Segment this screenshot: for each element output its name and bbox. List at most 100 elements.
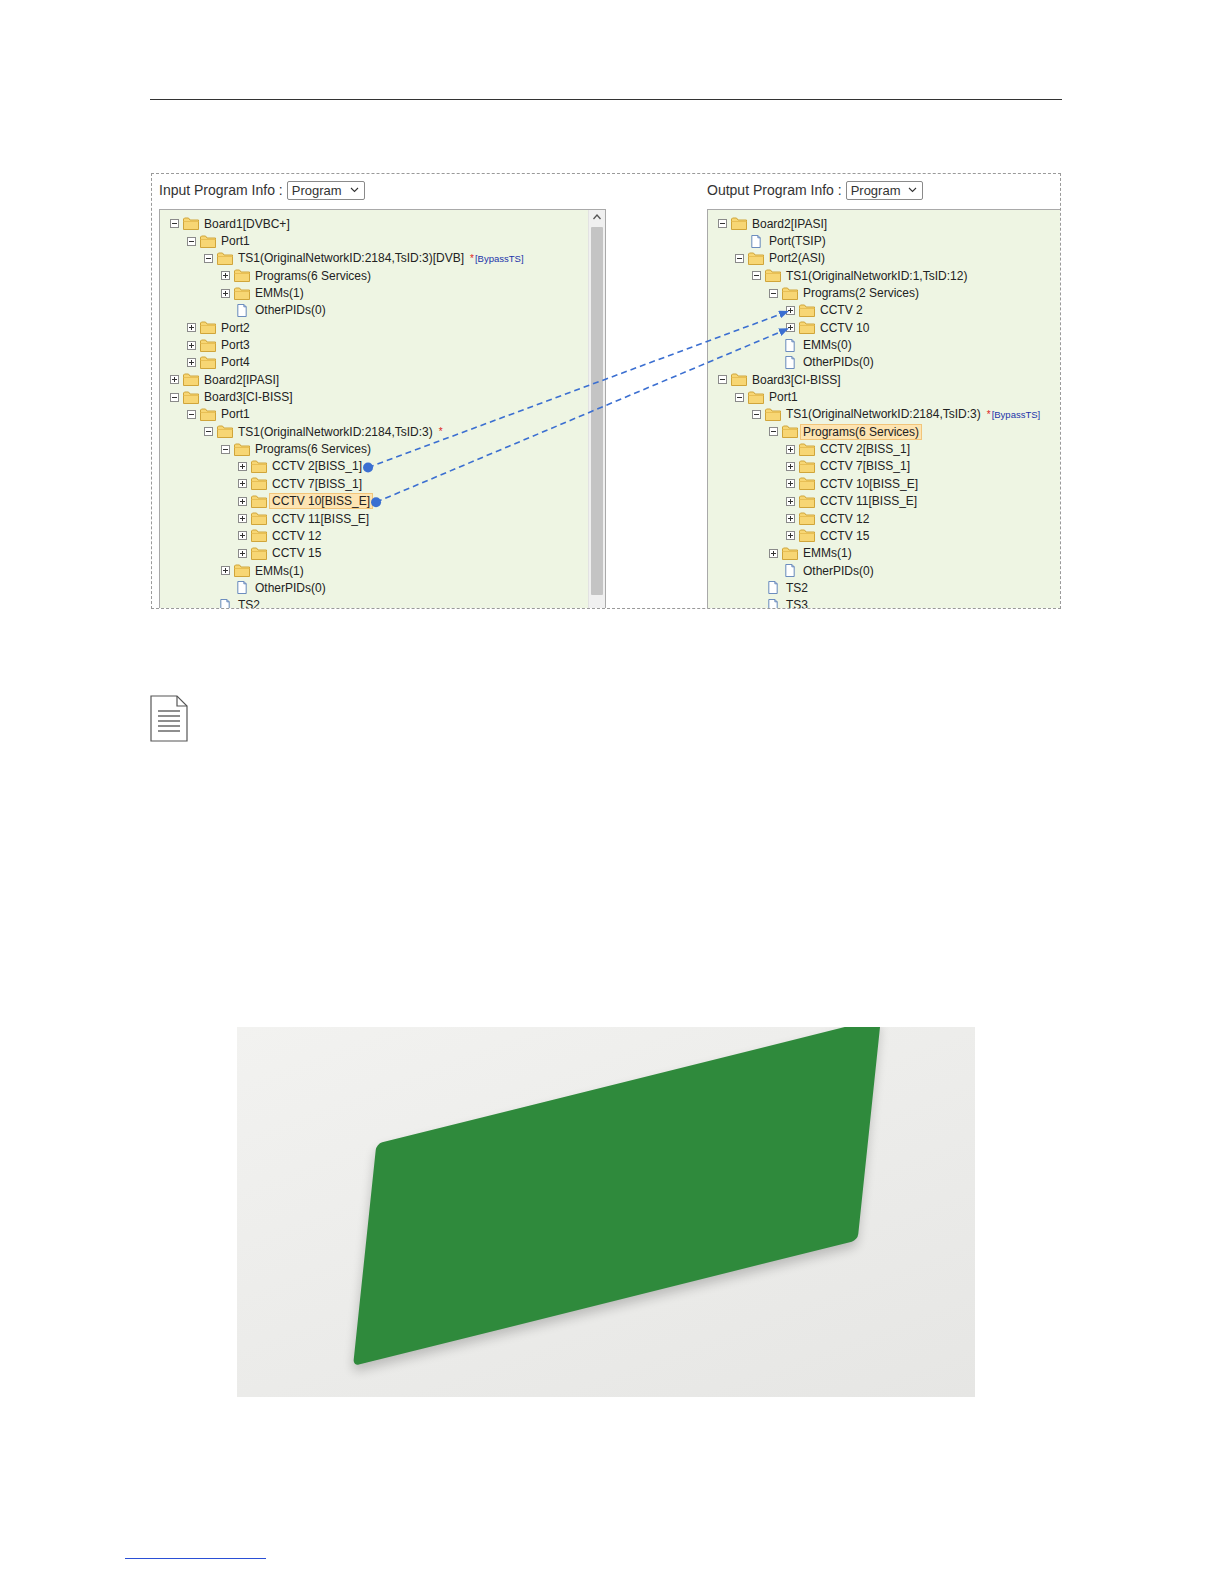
- node-label[interactable]: OtherPIDs(0): [252, 302, 329, 318]
- node-label[interactable]: Board1[DVBC+]: [201, 216, 293, 232]
- node-label[interactable]: Programs(2 Services): [800, 285, 922, 301]
- tree-node[interactable]: TS2: [160, 597, 588, 609]
- node-label[interactable]: CCTV 2[BISS_1]: [269, 458, 365, 474]
- collapse-icon[interactable]: [187, 237, 196, 246]
- tree-node[interactable]: CCTV 15: [708, 527, 1060, 544]
- expand-icon[interactable]: [238, 531, 247, 540]
- tree-node[interactable]: EMMs(0): [708, 336, 1060, 353]
- tree-node[interactable]: CCTV 11[BISS_E]: [160, 510, 588, 527]
- tree-node[interactable]: CCTV 7[BISS_1]: [708, 458, 1060, 475]
- collapse-icon[interactable]: [769, 427, 778, 436]
- tree-node[interactable]: OtherPIDs(0): [160, 579, 588, 596]
- expand-icon[interactable]: [170, 375, 179, 384]
- node-label[interactable]: TS3: [783, 597, 811, 609]
- tree-node[interactable]: Board3[CI-BISS]: [160, 388, 588, 405]
- tree-node[interactable]: CCTV 12: [160, 527, 588, 544]
- tree-node[interactable]: Port1: [708, 388, 1060, 405]
- tree-node[interactable]: CCTV 10[BISS_E]: [708, 475, 1060, 492]
- node-label[interactable]: Programs(6 Services): [252, 268, 374, 284]
- collapse-icon[interactable]: [752, 410, 761, 419]
- node-label[interactable]: TS1(OriginalNetworkID:2184,TsID:3): [235, 424, 436, 440]
- node-label[interactable]: OtherPIDs(0): [252, 580, 329, 596]
- tree-node[interactable]: TS1(OriginalNetworkID:1,TsID:12): [708, 267, 1060, 284]
- expand-icon[interactable]: [786, 514, 795, 523]
- node-label[interactable]: TS1(OriginalNetworkID:2184,TsID:3): [783, 406, 984, 422]
- tree-node[interactable]: CCTV 2: [708, 302, 1060, 319]
- node-label[interactable]: CCTV 12: [817, 511, 872, 527]
- collapse-icon[interactable]: [221, 445, 230, 454]
- node-label[interactable]: CCTV 2[BISS_1]: [817, 441, 913, 457]
- tree-node[interactable]: CCTV 11[BISS_E]: [708, 493, 1060, 510]
- tree-node[interactable]: CCTV 10: [708, 319, 1060, 336]
- expand-icon[interactable]: [786, 479, 795, 488]
- expand-icon[interactable]: [769, 549, 778, 558]
- node-label[interactable]: Board3[CI-BISS]: [749, 372, 844, 388]
- tree-node[interactable]: TS1(OriginalNetworkID:2184,TsID:3)*[Bypa…: [708, 406, 1060, 423]
- tree-node[interactable]: CCTV 10[BISS_E]: [160, 493, 588, 510]
- tree-node[interactable]: OtherPIDs(0): [708, 354, 1060, 371]
- tree-node[interactable]: CCTV 2[BISS_1]: [160, 458, 588, 475]
- node-label[interactable]: CCTV 15: [269, 545, 324, 561]
- node-label[interactable]: Programs(6 Services): [800, 424, 922, 440]
- tree-node[interactable]: Port(TSIP): [708, 232, 1060, 249]
- node-label[interactable]: CCTV 11[BISS_E]: [269, 511, 372, 527]
- node-label[interactable]: CCTV 10[BISS_E]: [269, 493, 373, 509]
- tree-node[interactable]: EMMs(1): [160, 562, 588, 579]
- collapse-icon[interactable]: [752, 271, 761, 280]
- node-label[interactable]: Port3: [218, 337, 253, 353]
- collapse-icon[interactable]: [187, 410, 196, 419]
- node-label[interactable]: Board2[IPASI]: [749, 216, 830, 232]
- expand-icon[interactable]: [187, 323, 196, 332]
- view-select[interactable]: Program: [287, 181, 365, 200]
- collapse-icon[interactable]: [204, 427, 213, 436]
- expand-icon[interactable]: [238, 549, 247, 558]
- collapse-icon[interactable]: [170, 393, 179, 402]
- node-label[interactable]: Board3[CI-BISS]: [201, 389, 296, 405]
- tree-node[interactable]: Programs(2 Services): [708, 284, 1060, 301]
- node-label[interactable]: Port1: [218, 406, 253, 422]
- node-label[interactable]: Port(TSIP): [766, 233, 829, 249]
- node-label[interactable]: TS2: [235, 597, 263, 609]
- node-label[interactable]: EMMs(1): [252, 285, 307, 301]
- node-label[interactable]: CCTV 12: [269, 528, 324, 544]
- node-label[interactable]: CCTV 7[BISS_1]: [269, 476, 365, 492]
- expand-icon[interactable]: [187, 358, 196, 367]
- expand-icon[interactable]: [786, 531, 795, 540]
- tree-node[interactable]: Programs(6 Services): [708, 423, 1060, 440]
- tree-node[interactable]: Port3: [160, 336, 588, 353]
- node-label[interactable]: EMMs(1): [252, 563, 307, 579]
- scrollbar[interactable]: [588, 210, 605, 609]
- node-label[interactable]: Port2(ASI): [766, 250, 828, 266]
- tree-node[interactable]: Board3[CI-BISS]: [708, 371, 1060, 388]
- collapse-icon[interactable]: [718, 375, 727, 384]
- node-label[interactable]: Board2[IPASI]: [201, 372, 282, 388]
- tree-node[interactable]: CCTV 2[BISS_1]: [708, 440, 1060, 457]
- node-label[interactable]: TS1(OriginalNetworkID:2184,TsID:3)[DVB]: [235, 250, 467, 266]
- expand-icon[interactable]: [238, 462, 247, 471]
- tree-node[interactable]: EMMs(1): [708, 545, 1060, 562]
- tree-node[interactable]: TS1(OriginalNetworkID:2184,TsID:3)*: [160, 423, 588, 440]
- node-label[interactable]: Port1: [218, 233, 253, 249]
- tree-node[interactable]: TS3: [708, 597, 1060, 609]
- tree-node[interactable]: Board2[IPASI]: [160, 371, 588, 388]
- tree-node[interactable]: Port2(ASI): [708, 250, 1060, 267]
- node-label[interactable]: TS2: [783, 580, 811, 596]
- expand-icon[interactable]: [221, 289, 230, 298]
- scroll-thumb[interactable]: [591, 227, 603, 595]
- footer-link-underline[interactable]: [125, 1558, 266, 1559]
- node-label[interactable]: OtherPIDs(0): [800, 354, 877, 370]
- tree-node[interactable]: EMMs(1): [160, 284, 588, 301]
- node-label[interactable]: Port2: [218, 320, 253, 336]
- tree-node[interactable]: Port1: [160, 232, 588, 249]
- node-label[interactable]: Port4: [218, 354, 253, 370]
- scroll-up-icon[interactable]: [589, 210, 605, 224]
- tree-node[interactable]: Port2: [160, 319, 588, 336]
- tree-node[interactable]: OtherPIDs(0): [708, 562, 1060, 579]
- tree-node[interactable]: Board1[DVBC+]: [160, 215, 588, 232]
- expand-icon[interactable]: [238, 479, 247, 488]
- tree-node[interactable]: CCTV 12: [708, 510, 1060, 527]
- node-label[interactable]: Programs(6 Services): [252, 441, 374, 457]
- tree-node[interactable]: Programs(6 Services): [160, 440, 588, 457]
- collapse-icon[interactable]: [204, 254, 213, 263]
- node-label[interactable]: TS1(OriginalNetworkID:1,TsID:12): [783, 268, 970, 284]
